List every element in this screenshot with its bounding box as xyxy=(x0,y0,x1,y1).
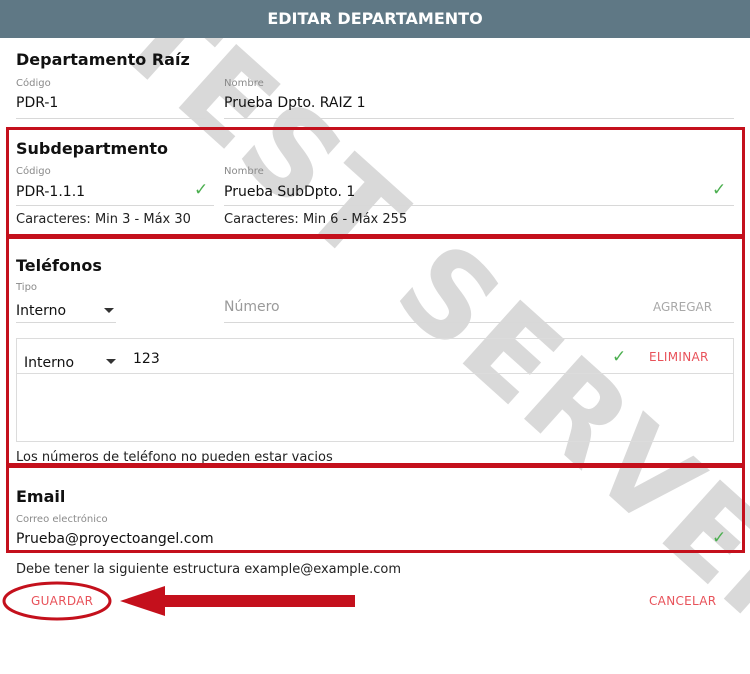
sub-section-title: Subdepartmento xyxy=(16,139,169,158)
email-label: Correo electrónico xyxy=(16,514,108,525)
check-icon: ✓ xyxy=(612,347,627,367)
sub-nombre-underline xyxy=(224,205,734,206)
delete-phone-button[interactable]: ELIMINAR xyxy=(649,350,709,364)
phone-numero-input[interactable]: Número xyxy=(224,299,280,315)
check-icon: ✓ xyxy=(712,528,727,548)
phone-tipo-select[interactable]: Interno xyxy=(16,300,116,322)
check-icon: ✓ xyxy=(194,180,209,200)
root-codigo-value: PDR-1 xyxy=(16,95,59,111)
phone-tipo-label: Tipo xyxy=(16,282,38,293)
email-section-title: Email xyxy=(16,487,66,506)
check-icon: ✓ xyxy=(712,180,727,200)
phone-row-numero-input[interactable]: 123 xyxy=(133,351,593,367)
sub-codigo-input[interactable]: PDR-1.1.1 xyxy=(16,184,206,200)
email-helper: Debe tener la siguiente estructura examp… xyxy=(16,562,402,577)
save-highlight-ellipse xyxy=(2,581,112,621)
email-input[interactable]: Prueba@proyectoangel.com xyxy=(16,531,696,547)
phones-helper: Los números de teléfono no pueden estar … xyxy=(16,450,333,465)
sub-nombre-input[interactable]: Prueba SubDpto. 1 xyxy=(224,184,694,200)
sub-codigo-label: Código xyxy=(16,166,51,177)
root-nombre-label: Nombre xyxy=(224,78,264,89)
cancel-button[interactable]: CANCELAR xyxy=(649,594,716,608)
sub-nombre-label: Nombre xyxy=(224,166,264,177)
root-section-title: Departamento Raíz xyxy=(16,50,190,69)
dialog-header: EDITAR DEPARTAMENTO xyxy=(0,0,750,38)
root-nombre-underline xyxy=(224,118,734,119)
sub-codigo-underline xyxy=(16,205,214,206)
phone-tipo-underline xyxy=(16,322,116,323)
sub-codigo-helper: Caracteres: Min 3 - Máx 30 xyxy=(16,212,191,227)
save-annotation xyxy=(2,581,355,621)
sub-nombre-helper: Caracteres: Min 6 - Máx 255 xyxy=(224,212,408,227)
phone-list-divider xyxy=(16,373,734,374)
root-codigo-label: Código xyxy=(16,78,51,89)
phones-section-title: Teléfonos xyxy=(16,256,102,275)
chevron-down-icon xyxy=(104,308,114,313)
phone-row-tipo-value: Interno xyxy=(24,355,75,371)
arrow-left-icon xyxy=(120,586,355,616)
root-codigo-underline xyxy=(16,118,206,119)
phone-tipo-value: Interno xyxy=(16,303,67,319)
dialog-title: EDITAR DEPARTAMENTO xyxy=(267,9,483,28)
phone-row-tipo-select[interactable]: Interno xyxy=(24,352,120,372)
chevron-down-icon xyxy=(106,359,116,364)
root-nombre-value: Prueba Dpto. RAIZ 1 xyxy=(224,95,366,111)
add-phone-button[interactable]: AGREGAR xyxy=(653,300,712,314)
email-underline xyxy=(16,552,734,553)
phone-numero-underline xyxy=(224,322,734,323)
